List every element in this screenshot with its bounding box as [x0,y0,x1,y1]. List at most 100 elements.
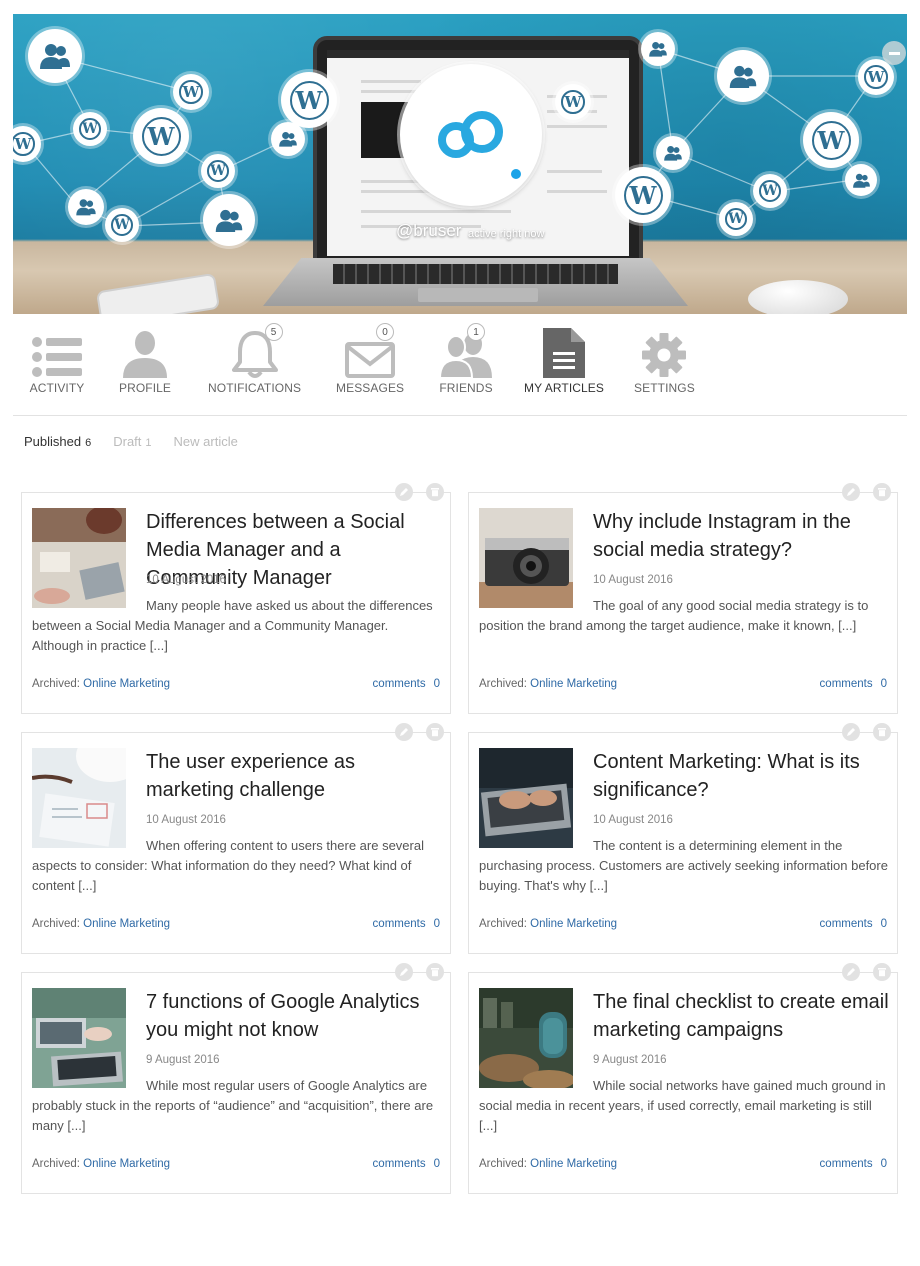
wordpress-node-icon: W [133,108,189,164]
profile-avatar[interactable] [400,64,542,206]
published-count: 6 [85,437,92,449]
pencil-icon [847,728,855,736]
article-comments-link[interactable]: comments 0 [820,918,887,930]
edit-article-button[interactable] [395,963,413,981]
pencil-icon [400,968,408,976]
article-date: 10 August 2016 [146,814,226,826]
user-node-icon [28,29,82,83]
category-link[interactable]: Online Marketing [530,1158,617,1170]
user-node-icon [271,122,305,156]
friends-count-badge: 1 [467,323,485,341]
comments-count: 0 [433,678,440,690]
article-card: The user experience as marketing challen… [21,723,451,954]
article-excerpt: When offering content to users there are… [32,838,424,893]
article-excerpt: The content is a determining element in … [479,838,888,893]
nav-label: FRIENDS [439,381,493,395]
document-icon [534,318,594,378]
gear-icon [634,318,694,378]
user-node-icon [68,189,104,225]
article-excerpt: While social networks have gained much g… [479,1078,886,1133]
article-card: 7 functions of Google Analytics you migh… [21,963,451,1194]
nav-item-messages[interactable]: 0 MESSAGES [336,318,404,395]
user-icon [115,318,175,378]
article-comments-link[interactable]: comments 0 [820,1158,887,1170]
draft-count: 1 [145,437,152,449]
pencil-icon [400,728,408,736]
article-archived: Archived: Online Marketing [479,918,618,930]
wordpress-node-icon: W [555,84,591,120]
wordpress-node-icon: W [173,74,209,110]
article-archived: Archived: Online Marketing [32,678,171,690]
article-comments-link[interactable]: comments 0 [373,678,440,690]
edit-article-button[interactable] [842,723,860,741]
article-thumbnail[interactable] [479,508,573,608]
user-node-icon [641,32,675,66]
laptop-keyboard [263,258,688,306]
article-date: 10 August 2016 [593,574,673,586]
edit-article-button[interactable] [395,723,413,741]
article-thumbnail[interactable] [479,988,573,1088]
wordpress-node-icon: W [73,112,107,146]
delete-article-button[interactable] [873,483,891,501]
trash-icon [431,728,439,737]
pencil-icon [847,488,855,496]
delete-article-button[interactable] [426,723,444,741]
category-link[interactable]: Online Marketing [83,678,170,690]
tab-draft[interactable]: Draft 1 [113,434,151,449]
wordpress-node-icon: W [281,72,337,128]
nav-item-notifications[interactable]: 5 NOTIFICATIONS [208,318,301,395]
article-date: 9 August 2016 [146,1054,220,1066]
article-title[interactable]: 7 functions of Google Analytics you migh… [146,988,442,1044]
profile-nav: ACTIVITY PROFILE 5 NOTIFICATIONS 0 MESSA… [13,318,907,416]
delete-article-button[interactable] [426,963,444,981]
article-title[interactable]: The final checklist to create email mark… [593,988,889,1044]
articles-subtabs: Published 6 Draft 1 New article [24,434,238,449]
trash-icon [431,968,439,977]
nav-item-activity[interactable]: ACTIVITY [27,318,87,395]
article-comments-link[interactable]: comments 0 [820,678,887,690]
article-archived: Archived: Online Marketing [479,1158,618,1170]
article-thumbnail[interactable] [32,988,126,1088]
article-date: 10 August 2016 [593,814,673,826]
nav-label: NOTIFICATIONS [208,381,302,395]
edit-article-button[interactable] [842,483,860,501]
category-link[interactable]: Online Marketing [530,678,617,690]
delete-article-button[interactable] [426,483,444,501]
article-thumbnail[interactable] [32,748,126,848]
article-date: 10 August 2016 [146,574,226,586]
user-node-icon [656,136,690,170]
tab-published[interactable]: Published 6 [24,434,91,449]
article-thumbnail[interactable] [479,748,573,848]
edit-article-button[interactable] [842,963,860,981]
user-node-icon [203,194,255,246]
wordpress-node-icon: W [858,59,894,95]
article-thumbnail[interactable] [32,508,126,608]
article-archived: Archived: Online Marketing [479,678,618,690]
tab-new-article[interactable]: New article [174,434,238,449]
category-link[interactable]: Online Marketing [83,1158,170,1170]
wordpress-node-icon: W [803,112,859,168]
article-title[interactable]: Why include Instagram in the social medi… [593,508,889,564]
comments-count: 0 [880,1158,887,1170]
nav-item-profile[interactable]: PROFILE [115,318,175,395]
article-comments-link[interactable]: comments 0 [373,1158,440,1170]
article-comments-link[interactable]: comments 0 [373,918,440,930]
collapse-cover-button[interactable] [882,41,906,65]
nav-item-settings[interactable]: SETTINGS [634,318,695,395]
article-title[interactable]: The user experience as marketing challen… [146,748,442,804]
nav-label: SETTINGS [634,381,695,395]
trash-icon [878,488,886,497]
trash-icon [878,728,886,737]
edit-article-button[interactable] [395,483,413,501]
nav-item-friends[interactable]: 1 FRIENDS [436,318,496,395]
delete-article-button[interactable] [873,963,891,981]
trash-icon [431,488,439,497]
article-title[interactable]: Content Marketing: What is its significa… [593,748,889,804]
profile-username: @bruser [396,221,462,240]
category-link[interactable]: Online Marketing [83,918,170,930]
delete-article-button[interactable] [873,723,891,741]
nav-label: MY ARTICLES [524,381,605,395]
category-link[interactable]: Online Marketing [530,918,617,930]
bell-icon: 5 [211,318,299,378]
nav-item-my-articles[interactable]: MY ARTICLES [524,318,604,395]
